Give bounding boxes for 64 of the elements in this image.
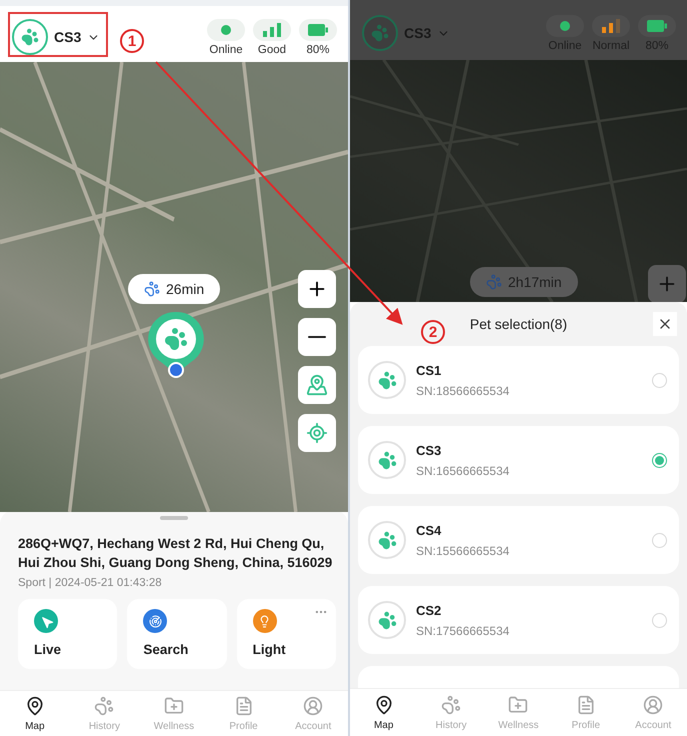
action-button[interactable]: Live [18, 599, 118, 669]
paw-icon [164, 327, 188, 351]
pet-avatar [368, 361, 406, 399]
status-label: 80% [306, 44, 330, 56]
locate-icon [306, 422, 328, 444]
action-button[interactable]: Light [236, 599, 336, 669]
action-button[interactable]: Search [127, 599, 227, 669]
activity-time-text: Sport | 2024-05-21 01:43:28 [18, 577, 163, 589]
nav-tab[interactable]: Map [6, 696, 63, 732]
address-text: 286Q+WQ7, Hechang West 2 Rd, Hui Cheng Qu, Hui Zhou Shi, Guang Dong Sheng, China, 516029 [18, 535, 334, 572]
minus-icon [308, 336, 326, 338]
step-marker: 2 [421, 320, 445, 344]
paw-icon [441, 694, 462, 714]
lightbulb-icon [252, 609, 277, 633]
radar-icon [143, 609, 168, 633]
duration-badge: 26min [128, 274, 220, 304]
radio-button[interactable] [652, 372, 667, 388]
pet-avatar [362, 15, 398, 51]
pet-list-item[interactable]: CS3 SN:16566665534 [358, 426, 679, 494]
pet-name: CS2 [416, 602, 442, 618]
folder-icon [508, 694, 528, 714]
pet-list-item[interactable]: CS1 SN:18566665534 [358, 346, 679, 414]
paw-icon [486, 274, 502, 290]
zoom-out-button[interactable] [298, 318, 336, 356]
user-icon [303, 696, 324, 716]
paw-icon [94, 696, 114, 716]
pet-switcher[interactable]: CS3 [12, 19, 100, 55]
map-pin-icon [306, 374, 328, 396]
radio-button[interactable] [652, 532, 667, 548]
pet-avatar [368, 521, 406, 559]
pet-avatar [368, 441, 406, 479]
step-marker: 1 [120, 29, 144, 53]
pet-name: CS3 [416, 442, 442, 458]
user-icon [643, 694, 664, 714]
close-button[interactable] [653, 312, 677, 336]
status-label: Online [209, 44, 243, 56]
pet-list-item[interactable]: CS2 SN:17566665534 [358, 586, 679, 654]
radio-button[interactable] [652, 612, 667, 628]
document-icon [576, 694, 596, 714]
map-pin-icon [374, 694, 394, 714]
map-button[interactable] [298, 366, 336, 404]
map-pin-icon [24, 696, 45, 716]
status-label: Good [258, 44, 286, 56]
pet-name: CS4 [416, 522, 442, 538]
locate-button[interactable] [298, 414, 336, 452]
document-icon [234, 696, 254, 716]
pet-name: CS1 [416, 362, 442, 378]
serial-number-text: SN:18566665534 [416, 384, 510, 398]
folder-icon [164, 696, 184, 716]
drag-handle[interactable] [160, 516, 188, 520]
duration-badge: 2h17min [470, 267, 578, 297]
pet-avatar [368, 601, 406, 639]
nav-tab[interactable]: Map [356, 694, 412, 730]
radio-button[interactable] [652, 452, 667, 468]
serial-number-text: SN:17566665534 [416, 624, 510, 638]
serial-number-text: SN:16566665534 [416, 464, 510, 478]
pet-list-item[interactable]: CS4 SN:15566665534 [358, 506, 679, 574]
navigation-icon [34, 609, 58, 633]
zoom-in-button[interactable] [298, 270, 336, 308]
paw-icon [144, 281, 160, 297]
pet-name: CS3 [54, 29, 82, 45]
serial-number-text: SN:15566665534 [416, 544, 510, 558]
pet-avatar [12, 19, 48, 55]
dialog-title: Pet selection(8) [470, 316, 568, 332]
